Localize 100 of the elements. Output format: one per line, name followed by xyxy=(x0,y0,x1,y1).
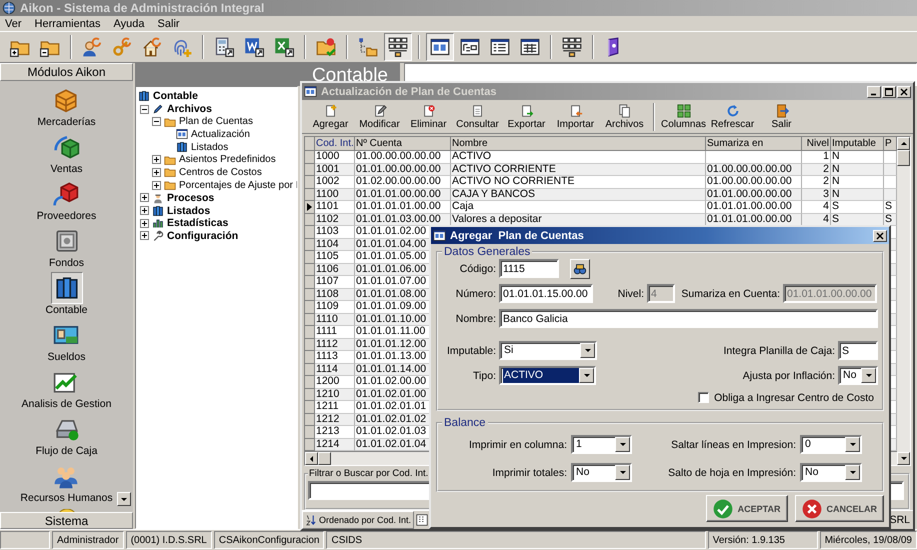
globe-icon xyxy=(2,1,16,15)
safe-icon xyxy=(54,228,80,254)
menu-item[interactable]: Salir xyxy=(158,18,180,30)
field-label: Ajusta por Inflación: xyxy=(742,370,835,382)
expander-icon[interactable] xyxy=(140,231,149,240)
tree-item[interactable]: Contable xyxy=(153,90,198,102)
tree-item[interactable]: Listados xyxy=(167,204,210,217)
sort-button[interactable]: Ordenado por Cod. Int. xyxy=(302,511,414,529)
toolbar-button[interactable] xyxy=(384,33,412,61)
dropdown[interactable]: 0 xyxy=(800,435,862,454)
expander-icon[interactable] xyxy=(152,168,161,177)
imputable-dropdown[interactable]: Si xyxy=(499,341,597,360)
expander-icon[interactable] xyxy=(140,193,149,202)
menu-item[interactable]: Ayuda xyxy=(114,18,145,30)
toolbar-button[interactable]: Exportar xyxy=(502,102,551,132)
cash-sheet-field[interactable]: S xyxy=(838,341,878,360)
toolbar-button[interactable]: Eliminar xyxy=(404,102,453,132)
grid-icon[interactable] xyxy=(416,514,428,526)
status-panel: Miércoles, 19/08/09 xyxy=(820,531,917,549)
module-label[interactable]: Mercaderías xyxy=(37,116,96,129)
toolbar-button[interactable]: Refrescar xyxy=(708,102,757,132)
toolbar-button[interactable]: Importar xyxy=(551,102,600,132)
tree-item[interactable]: Centros de Costos xyxy=(179,166,262,178)
tree-item[interactable]: Configuración xyxy=(167,230,238,242)
column-header[interactable]: Nº Cuenta xyxy=(355,137,451,151)
module-button[interactable] xyxy=(50,272,82,304)
tree-item[interactable]: Actualización xyxy=(191,128,250,140)
close-icon xyxy=(802,498,822,518)
list-icon xyxy=(490,37,510,57)
expander-icon[interactable] xyxy=(152,117,161,126)
accept-button[interactable]: ACEPTAR xyxy=(706,495,788,522)
toolbar-button[interactable]: Consultar xyxy=(453,102,502,132)
document-icon xyxy=(244,37,264,57)
toolbar-button[interactable]: Agregar xyxy=(306,102,355,132)
module-label[interactable]: Sueldos xyxy=(48,351,86,364)
spreadsheet-icon xyxy=(274,37,294,57)
lookup-button[interactable] xyxy=(570,258,590,278)
add-icon xyxy=(324,104,338,118)
toolbar-button[interactable]: Salir xyxy=(757,102,806,132)
column-header[interactable]: P xyxy=(884,137,897,151)
status-panel: CSIDS xyxy=(326,531,706,549)
inflation-dropdown[interactable]: No xyxy=(838,366,878,385)
code-field[interactable]: 1115 xyxy=(499,259,559,278)
column-header[interactable]: Imputable xyxy=(831,137,884,151)
module-label[interactable]: Proveedores xyxy=(36,210,96,223)
tree-item[interactable]: Archivos xyxy=(167,103,212,116)
folder-icon xyxy=(164,154,176,166)
dropdown[interactable]: No xyxy=(800,463,862,482)
number-field[interactable]: 01.01.01.15.00.00 xyxy=(499,284,593,303)
tree-item[interactable]: Procesos xyxy=(167,192,214,204)
books-icon xyxy=(54,275,80,301)
expander-icon[interactable] xyxy=(140,206,149,216)
expander-icon[interactable] xyxy=(140,104,149,114)
wrench-icon xyxy=(152,230,164,242)
field-label: Integra Planilla de Caja: xyxy=(724,344,835,356)
checkbox-label[interactable]: Obliga a Ingresar Centro de Costo xyxy=(714,392,874,404)
column-header[interactable]: Cod. Int. xyxy=(315,137,355,151)
menu-item[interactable]: Herramientas xyxy=(34,18,101,30)
close-button[interactable] xyxy=(897,86,911,98)
toolbar-button[interactable] xyxy=(426,33,454,61)
maximize-button[interactable] xyxy=(882,86,896,98)
tree-item[interactable]: Plan de Cuentas xyxy=(179,116,253,128)
dropdown[interactable]: No xyxy=(571,463,632,482)
module-label[interactable]: Flujo de Caja xyxy=(36,445,98,458)
type-dropdown[interactable]: ACTIVO xyxy=(499,366,596,385)
vertical-scrollbar[interactable] xyxy=(897,137,910,465)
toolbar-button[interactable]: Columnas xyxy=(659,102,708,132)
expander-icon[interactable] xyxy=(152,155,161,164)
folder-icon xyxy=(164,179,176,192)
expander-icon[interactable] xyxy=(140,218,149,228)
menu-item[interactable]: Ver xyxy=(5,18,22,30)
toolbar-button[interactable]: Modificar xyxy=(355,102,404,132)
module-label[interactable]: Analisis de Gestion xyxy=(22,398,112,411)
field-label: Número: xyxy=(454,288,496,300)
checkbox[interactable] xyxy=(698,392,710,403)
module-label[interactable]: Ventas xyxy=(50,163,83,176)
cancel-button[interactable]: CANCELAR xyxy=(794,495,884,522)
column-header[interactable]: Nivel xyxy=(802,137,831,151)
column-header[interactable]: Sumariza en xyxy=(706,137,802,151)
tree-item[interactable]: Listados xyxy=(191,142,228,153)
tree-item[interactable]: Estadísticas xyxy=(167,217,228,230)
minimize-button[interactable] xyxy=(867,86,881,98)
status-panel: (0001) I.D.S.SRL xyxy=(126,531,212,549)
expander-icon[interactable] xyxy=(152,180,161,190)
column-header[interactable]: Nombre xyxy=(451,137,706,151)
dropdown[interactable]: 1 xyxy=(571,435,632,454)
tree-item[interactable]: Asientos Predefinidos xyxy=(179,154,276,166)
window-title: Aikon - Sistema de Administración Integral xyxy=(20,1,264,15)
module-label[interactable]: Fondos xyxy=(48,257,84,270)
close-button[interactable] xyxy=(873,230,887,242)
scroll-down-button[interactable] xyxy=(117,492,131,506)
window-icon xyxy=(430,37,450,57)
module-label[interactable]: Contable xyxy=(45,304,88,317)
name-field[interactable]: Banco Galicia xyxy=(499,309,878,328)
boxes-icon xyxy=(53,87,80,113)
module-label[interactable]: Recursos Humanos xyxy=(20,492,113,505)
toolbar-button[interactable]: Archivos xyxy=(600,102,649,132)
box-arrow-icon xyxy=(53,181,80,207)
folder-icon xyxy=(164,166,176,178)
sidebar-footer[interactable]: Sistema xyxy=(0,512,133,529)
